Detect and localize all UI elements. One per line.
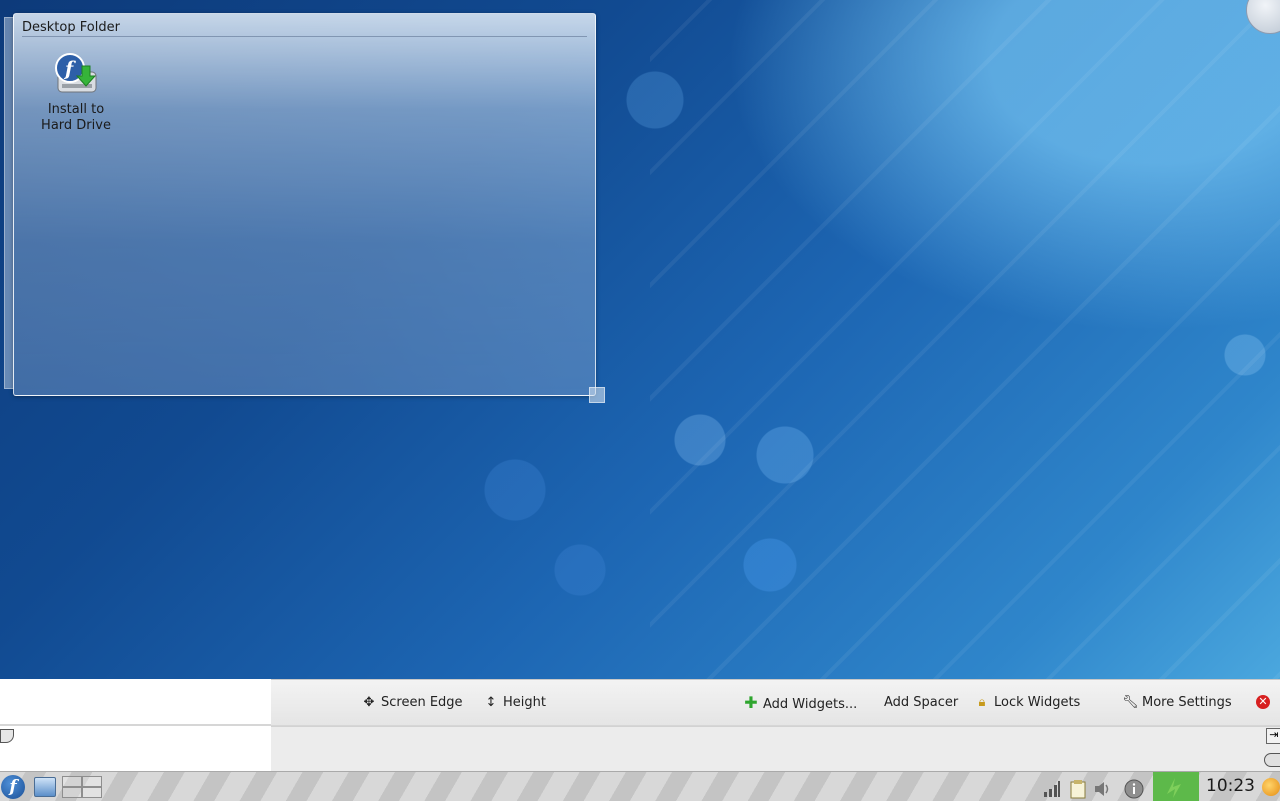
pager-desktop-4[interactable]	[82, 787, 102, 798]
screen-edge-button[interactable]: ✥ Screen Edge	[361, 692, 463, 714]
virtual-desktop-pager[interactable]	[62, 776, 102, 798]
pager-desktop-2[interactable]	[82, 776, 102, 787]
show-desktop-button[interactable]	[34, 777, 56, 797]
close-panel-controller-button[interactable]: ✕	[1256, 695, 1270, 709]
panel-controller-blank-area	[0, 679, 271, 724]
application-launcher-button[interactable]: f	[1, 775, 25, 799]
add-spacer-label: Add Spacer	[884, 695, 959, 710]
desktop-icon-label-line2: Hard Drive	[41, 118, 111, 133]
notifications-info-icon[interactable]	[1124, 779, 1144, 799]
folder-view-resize-handle[interactable]	[589, 387, 605, 403]
ruler-max-width-handle[interactable]: ⇥	[1266, 728, 1280, 744]
panel-controller-toolbar: ✥ Screen Edge ↕ Height ✚ Add Widgets... Add…	[271, 679, 1280, 725]
taskbar-panel: f 10:23	[0, 771, 1280, 801]
folder-view-widget: Desktop Folder f Install to Hard Drive	[13, 13, 596, 396]
volume-icon[interactable]	[1093, 780, 1111, 798]
screen-edge-label: Screen Edge	[381, 695, 463, 710]
network-icon[interactable]	[1043, 780, 1061, 798]
plus-icon: ✚	[744, 693, 758, 712]
lock-widgets-button[interactable]: 🔒︎ Lock Widgets	[974, 692, 1081, 714]
add-widgets-label: Add Widgets...	[763, 697, 858, 712]
move-icon: ✥	[363, 695, 375, 710]
install-to-hard-drive-icon-item[interactable]: f Install to Hard Drive	[40, 50, 112, 134]
height-label: Height	[503, 695, 546, 710]
folder-view-title-divider	[22, 36, 587, 37]
wallpaper-streaks	[650, 0, 1280, 680]
panel-controller-blank-area-lower	[0, 726, 271, 771]
more-settings-label: More Settings	[1142, 695, 1232, 710]
height-button[interactable]: ↕ Height	[483, 692, 546, 714]
folder-view-title: Desktop Folder	[22, 20, 120, 35]
battery-monitor-icon[interactable]	[1153, 772, 1199, 801]
desktop-background: Desktop Folder f Install to Hard Drive ✥…	[0, 0, 1280, 801]
ruler-min-width-handle[interactable]	[1264, 753, 1280, 767]
add-spacer-button[interactable]: Add Spacer	[884, 692, 958, 714]
lock-icon: 🔒︎	[978, 695, 986, 710]
add-widgets-button[interactable]: ✚ Add Widgets...	[743, 692, 857, 714]
clipboard-icon[interactable]	[1069, 779, 1087, 799]
wrench-icon: 🔧︎	[1122, 695, 1139, 710]
pager-desktop-1[interactable]	[62, 776, 82, 787]
fedora-install-icon: f	[52, 50, 100, 98]
desktop-icon-label-line1: Install to	[47, 102, 105, 117]
pager-desktop-3[interactable]	[62, 787, 82, 798]
panel-size-ruler	[271, 726, 1280, 772]
more-settings-button[interactable]: 🔧︎ More Settings	[1122, 692, 1232, 714]
vertical-resize-icon: ↕	[485, 695, 497, 710]
lock-widgets-label: Lock Widgets	[994, 695, 1081, 710]
device-notifier-icon[interactable]	[1262, 778, 1280, 796]
panel-controller: ✥ Screen Edge ↕ Height ✚ Add Widgets... Add…	[0, 679, 1280, 772]
desktop-toolbox-button[interactable]	[1246, 0, 1280, 34]
digital-clock[interactable]: 10:23	[1206, 776, 1255, 796]
